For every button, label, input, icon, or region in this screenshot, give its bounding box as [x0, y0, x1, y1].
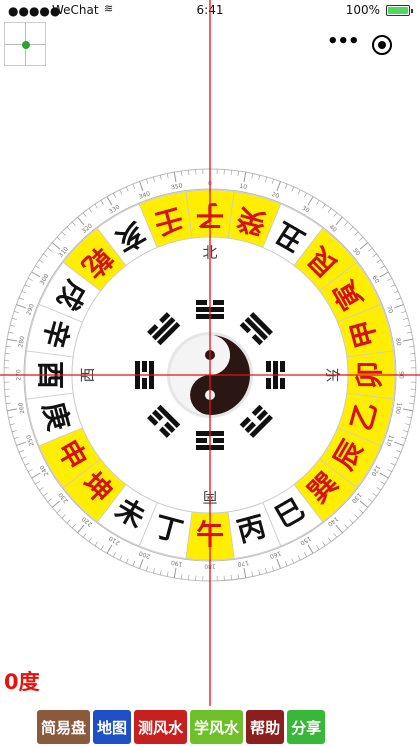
- bottom-toolbar: 简易盘 地图 测风水 学风水 帮助 分享: [37, 710, 326, 744]
- toolbar-button-3[interactable]: 学风水: [190, 710, 244, 744]
- luopan-compass: 0102030405060708090100110120130140150160…: [0, 0, 420, 706]
- scale-label: 10: [239, 183, 248, 191]
- toolbar-button-5[interactable]: 分享: [287, 710, 326, 744]
- toolbar-button-4[interactable]: 帮助: [246, 710, 285, 744]
- toolbar-button-0[interactable]: 简易盘: [37, 710, 91, 744]
- scale-label: 80: [394, 337, 402, 346]
- toolbar-button-2[interactable]: 测风水: [134, 710, 188, 744]
- degree-readout: 0度: [4, 670, 40, 694]
- toolbar-button-1[interactable]: 地图: [93, 710, 132, 744]
